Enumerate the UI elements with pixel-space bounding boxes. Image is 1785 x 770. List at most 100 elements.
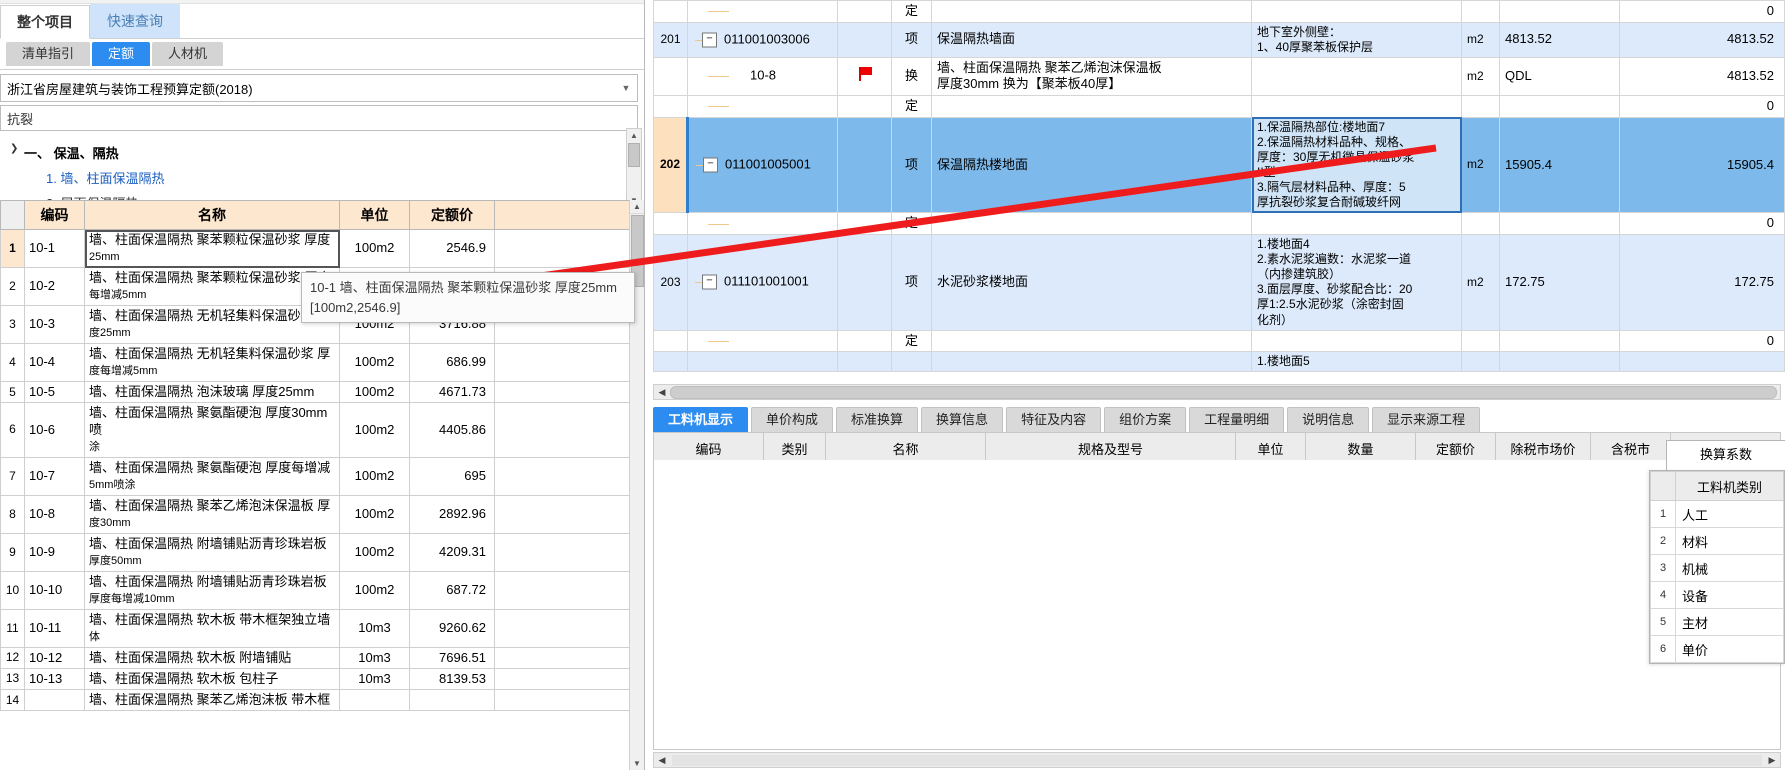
- cell-name: [931, 329, 1252, 353]
- detail-col-6[interactable]: 定额价: [1415, 432, 1496, 464]
- table-row[interactable]: 5 10-5 墙、柱面保温隔热 泡沫玻璃 厚度25mm 100m2 4671.73: [0, 380, 631, 404]
- cell-name: 墙、柱面保温隔热 聚苯乙烯泡沫板 带木框: [84, 688, 340, 712]
- detail-col-4[interactable]: 单位: [1235, 432, 1306, 464]
- detail-col-3[interactable]: 规格及型号: [985, 432, 1236, 464]
- col-name[interactable]: 名称: [84, 200, 340, 230]
- detail-col-1[interactable]: 类别: [763, 432, 826, 464]
- sub-tab-bar: 清单指引 定额 人材机: [0, 39, 644, 70]
- table-row[interactable]: 9 10-9 墙、柱面保温隔热 附墙铺贴沥青珍珠岩板 厚度50mm 100m2 4209.…: [0, 532, 631, 572]
- detail-tab-8[interactable]: 显示来源工程: [1372, 407, 1481, 432]
- cell-feature: 地下室外侧壁： 1、40厚聚苯板保护层: [1251, 21, 1462, 58]
- cell-code: 10-3: [24, 305, 85, 344]
- scroll-up-icon[interactable]: ▲: [630, 200, 644, 214]
- detail-col-0[interactable]: 编码: [653, 432, 764, 464]
- col-unit[interactable]: 单位: [339, 200, 410, 230]
- detail-col-2[interactable]: 名称: [825, 432, 986, 464]
- detail-col-5[interactable]: 数量: [1305, 432, 1416, 464]
- search-input[interactable]: 抗裂: [0, 105, 638, 131]
- list-item[interactable]: 2 材料: [1650, 527, 1784, 555]
- cell-kind: 定: [891, 95, 932, 118]
- cell-unit: 100m2: [339, 402, 410, 458]
- tree-scrollbar[interactable]: ▲ ▼: [626, 128, 642, 208]
- top-tab-bar: 整个项目 快速查询: [0, 4, 644, 39]
- tab-quota[interactable]: 定额: [92, 42, 151, 66]
- table-row[interactable]: 定0: [653, 329, 1785, 353]
- table-row[interactable]: 6 10-6 墙、柱面保温隔热 聚氨酯硬泡 厚度30mm喷涂 100m2 4405.86: [0, 402, 631, 458]
- col-price[interactable]: 定额价: [409, 200, 495, 230]
- tab-quick-query[interactable]: 快速查询: [90, 4, 180, 38]
- scroll-right-icon[interactable]: ▶: [1764, 755, 1780, 766]
- cell-code: [24, 688, 85, 712]
- scroll-up-icon[interactable]: ▲: [627, 129, 641, 142]
- scroll-thumb[interactable]: [670, 385, 1777, 399]
- table-row[interactable]: 12 10-12 墙、柱面保温隔热 软木板 附墙铺贴 10m3 7696.51: [0, 646, 631, 669]
- list-item[interactable]: 1 人工: [1650, 500, 1784, 528]
- scroll-thumb[interactable]: [628, 143, 640, 167]
- list-item[interactable]: 6 单价: [1650, 635, 1784, 663]
- standard-select[interactable]: 浙江省房屋建筑与装饰工程预算定额(2018) ▼: [0, 74, 638, 102]
- table-row[interactable]: 8 10-8 墙、柱面保温隔热 聚苯乙烯泡沫保温板 厚度30mm 100m2 2892.…: [0, 494, 631, 534]
- list-item[interactable]: 5 主材: [1650, 608, 1784, 636]
- cell-flag: [837, 0, 892, 23]
- scroll-track[interactable]: [672, 754, 1762, 766]
- tree-node-insulation[interactable]: ❯ 一、 保温、隔热: [10, 140, 644, 165]
- detail-tab-6[interactable]: 工程量明细: [1189, 407, 1285, 432]
- cell-price: [409, 688, 495, 712]
- detail-tab-5[interactable]: 组价方案: [1104, 407, 1187, 432]
- bill-table: 定 0 201−011001003006 项保温隔热墙面 地下室外侧壁： 1、40厚聚苯板…: [653, 0, 1785, 373]
- detail-col-7[interactable]: 除税市场价: [1495, 432, 1591, 464]
- table-row[interactable]: 10-8 换墙、柱面保温隔热 聚苯乙烯泡沫保温板 厚度30mm 换为【聚苯板40厚】…: [653, 56, 1785, 97]
- table-row[interactable]: 13 10-13 墙、柱面保温隔热 软木板 包柱子 10m3 8139.53: [0, 667, 631, 691]
- detail-tab-2[interactable]: 标准换算: [836, 407, 919, 432]
- table-row[interactable]: 定0: [653, 212, 1785, 235]
- table-row[interactable]: 201−011001003006 项保温隔热墙面 地下室外侧壁： 1、40厚聚苯板保护…: [653, 21, 1785, 58]
- table-row[interactable]: 1.楼地面5: [653, 351, 1785, 373]
- scroll-down-icon[interactable]: ▼: [630, 757, 644, 770]
- cell-extra: [494, 494, 631, 534]
- table-row[interactable]: 14 墙、柱面保温隔热 聚苯乙烯泡沫板 带木框: [0, 688, 631, 712]
- table-row[interactable]: 203−011101001001 项水泥砂浆楼地面 1.楼地面4 2.素水泥浆遍数：水…: [653, 234, 1785, 331]
- detail-hscrollbar[interactable]: ◀ ▶: [653, 752, 1781, 768]
- detail-tab-4[interactable]: 特征及内容: [1006, 407, 1102, 432]
- detail-tab-0[interactable]: 工料机显示: [653, 407, 749, 432]
- table-row[interactable]: 4 10-4 墙、柱面保温隔热 无机轻集料保温砂浆 厚度每增减5mm 100m2 686…: [0, 343, 631, 382]
- table-row[interactable]: 定0: [653, 0, 1785, 23]
- detail-tab-7[interactable]: 说明信息: [1287, 407, 1370, 432]
- conversion-coefficient-tab[interactable]: 换算系数: [1666, 440, 1785, 472]
- collapse-toggle-icon[interactable]: −: [702, 32, 717, 48]
- cell-feature: [1251, 56, 1462, 97]
- cell-quantity-total: 15905.4: [1619, 116, 1785, 214]
- detail-tab-3[interactable]: 换算信息: [921, 407, 1004, 432]
- table-row[interactable]: 10 10-10 墙、柱面保温隔热 附墙铺贴沥青珍珠岩板 厚度每增减10mm 100m2…: [0, 570, 631, 610]
- table-row[interactable]: 202−011001005001 项保温隔热楼地面 1.保温隔热部位:楼地面7 2.保…: [653, 116, 1785, 214]
- row-number: [653, 212, 688, 235]
- cell-unit: 100m2: [339, 380, 410, 404]
- collapse-toggle-icon[interactable]: −: [702, 274, 717, 290]
- table-row[interactable]: 定0: [653, 95, 1785, 118]
- bill-grid-hscrollbar[interactable]: ◀: [653, 384, 1781, 400]
- tree-node-wall-column-insulation[interactable]: 1. 墙、柱面保温隔热: [10, 165, 644, 190]
- collapse-toggle-icon[interactable]: −: [703, 157, 718, 173]
- cell-feature: 1.楼地面4 2.素水泥浆遍数：水泥浆一道 （内掺建筑胶） 3.面层厚度、砂浆配合比：…: [1251, 234, 1462, 331]
- detail-header-row: 编码 类别 名称 规格及型号 单位 数量 定额价 除税市场价 含税市: [653, 432, 1781, 464]
- cell-unit: m2: [1461, 21, 1500, 58]
- tab-whole-project[interactable]: 整个项目: [0, 5, 90, 39]
- list-item[interactable]: 3 机械: [1650, 554, 1784, 582]
- detail-col-8[interactable]: 含税市: [1590, 432, 1671, 464]
- detail-tab-1[interactable]: 单价构成: [751, 407, 834, 432]
- tab-labor-material-machine[interactable]: 人材机: [152, 42, 224, 66]
- list-item[interactable]: 4 设备: [1650, 581, 1784, 609]
- scroll-left-icon[interactable]: ◀: [654, 755, 670, 766]
- cell-quantity-total: 0: [1619, 329, 1785, 353]
- table-row[interactable]: 11 10-11 墙、柱面保温隔热 软木板 带木框架独立墙体 10m3 9260.62: [0, 608, 631, 648]
- col-code[interactable]: 编码: [24, 200, 85, 230]
- table-row[interactable]: 7 10-7 墙、柱面保温隔热 聚氨酯硬泡 厚度每增减 5mm喷涂 100m2 695: [0, 456, 631, 496]
- table-row[interactable]: 1 10-1 墙、柱面保温隔热 聚苯颗粒保温砂浆 厚度 25mm 100m2 2546.9: [0, 229, 631, 268]
- tab-list-guide[interactable]: 清单指引: [6, 42, 91, 66]
- cell-code: 10-2: [24, 267, 85, 306]
- cell-unit: 100m2: [339, 343, 410, 382]
- cell-unit: 10m3: [339, 646, 410, 669]
- scroll-left-icon[interactable]: ◀: [654, 387, 670, 398]
- cell-feature: 1.保温隔热部位:楼地面7 2.保温隔热材料品种、规格、 厚度：30厚无机微晶保温砂…: [1251, 116, 1462, 214]
- col-extra: [494, 200, 631, 230]
